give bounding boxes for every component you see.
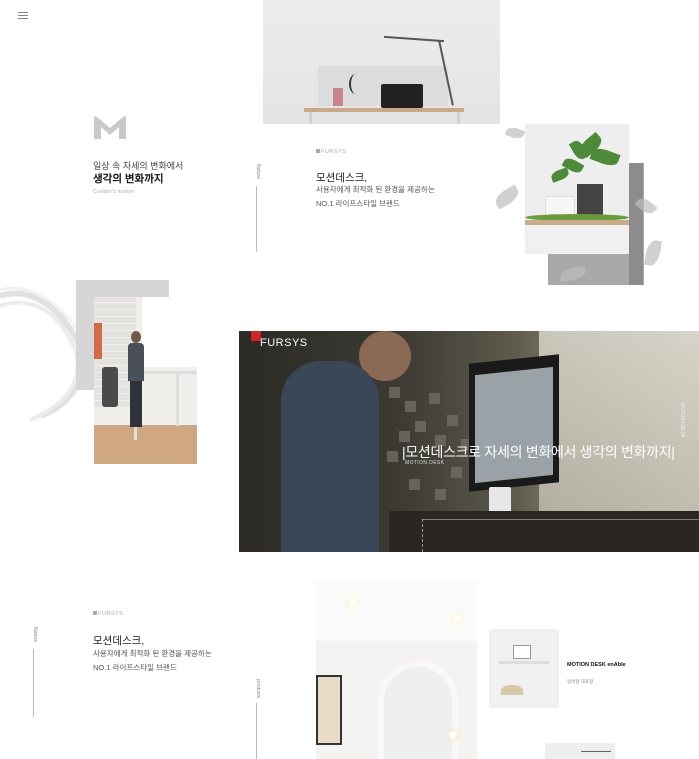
main-banner[interactable]: FURSYS |모션데스크로 자세의 변화에서 생각의 변화까지| MOTION… <box>239 331 699 552</box>
person-standing-desk-image <box>94 297 197 464</box>
hero-desk-image <box>263 0 500 124</box>
vertical-label-nature: Nature <box>255 164 261 180</box>
banner-brand: FURSYS <box>260 337 308 349</box>
vertical-label-nature-bottom: Nature <box>32 627 38 643</box>
banner-headline: |모션데스크로 자세의 변화에서 생각의 변화까지| <box>402 444 675 460</box>
section-sub-line1-bottom: 사용자에게 최적화 된 환경을 제공하는 <box>93 649 212 658</box>
tagline-en: Creator's motion <box>93 189 135 195</box>
product-title[interactable]: MOTION DESK enAble <box>567 662 626 668</box>
interior-room-image <box>316 581 477 759</box>
plant-image <box>525 124 629 254</box>
m-logo-icon <box>94 116 126 139</box>
hamburger-menu-icon[interactable] <box>18 12 28 20</box>
product-sub: 일바형 대표형 <box>567 679 594 684</box>
banner-small-text: MOTION DESK <box>405 460 445 466</box>
banner-vertical-text: MOTION DESK <box>679 403 685 439</box>
vertical-divider <box>256 186 257 252</box>
section-title-bottom: 모션데스크, <box>93 635 145 647</box>
corner-lamp-image <box>545 743 615 759</box>
section-sub-line2-bottom: NO.1 라이프스타일 브랜드 <box>93 663 177 672</box>
section-sub-line1: 사용자에게 최적화 된 환경을 제공하는 <box>316 185 435 194</box>
vertical-divider-products <box>256 703 257 759</box>
fursys-label-bottom: FURSYS <box>93 611 123 617</box>
product-card-image[interactable] <box>489 629 559 708</box>
vertical-label-products: products <box>255 679 261 699</box>
fursys-label: FURSYS <box>316 149 346 155</box>
vertical-divider-bottom <box>33 649 34 717</box>
section-sub-line2: NO.1 라이프스타일 브랜드 <box>316 199 400 208</box>
plant-shadow-strip <box>629 163 643 285</box>
tagline-line2: 생각의 변화까지 <box>93 173 164 185</box>
